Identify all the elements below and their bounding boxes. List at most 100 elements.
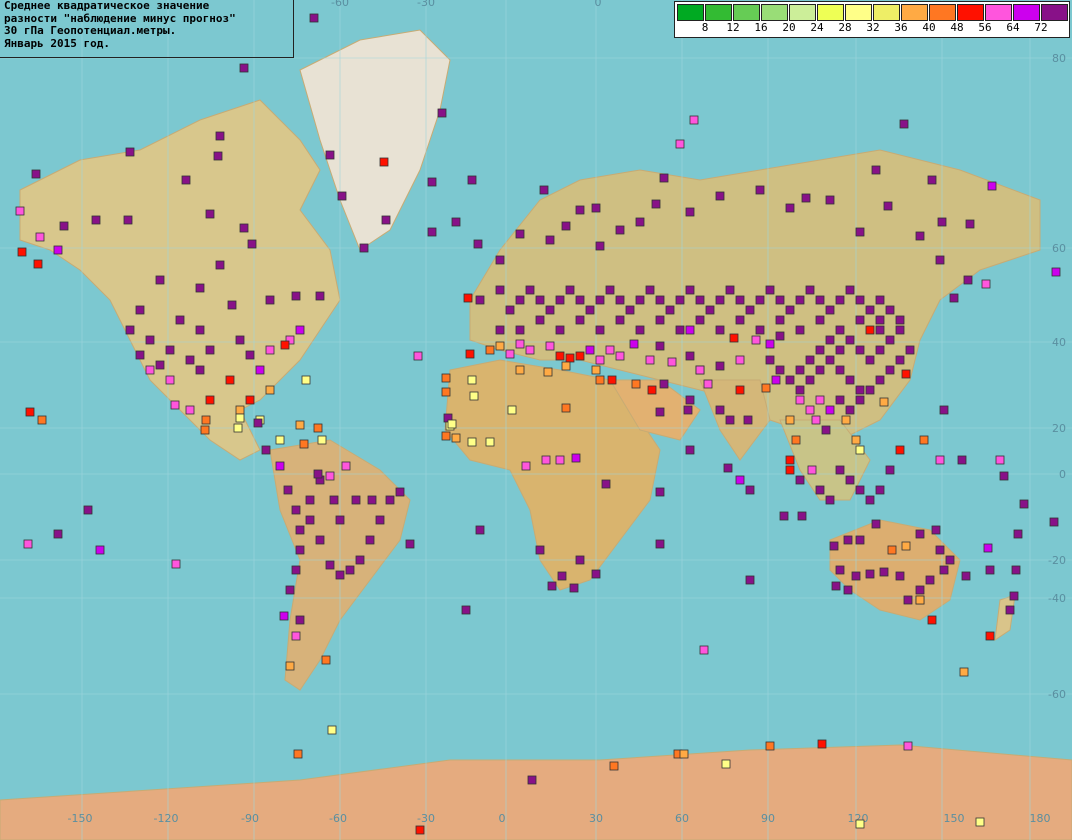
station-marker <box>885 365 895 375</box>
legend-label: 56 <box>978 21 992 34</box>
station-marker <box>31 169 41 179</box>
station-marker <box>195 283 205 293</box>
station-marker <box>561 361 571 371</box>
longitude-label-top: -30 <box>417 0 435 9</box>
station-marker <box>461 605 471 615</box>
station-marker <box>871 165 881 175</box>
station-marker <box>291 291 301 301</box>
station-marker <box>591 203 601 213</box>
station-marker <box>325 471 335 481</box>
station-marker <box>33 259 43 269</box>
station-marker <box>875 375 885 385</box>
station-marker <box>965 219 975 229</box>
legend-swatch <box>733 4 760 21</box>
station-marker <box>855 227 865 237</box>
station-marker <box>625 305 635 315</box>
station-marker <box>135 305 145 315</box>
station-marker <box>265 345 275 355</box>
station-marker <box>335 515 345 525</box>
station-marker <box>325 560 335 570</box>
station-marker <box>775 331 785 341</box>
station-marker <box>795 475 805 485</box>
legend-label: 28 <box>838 21 852 34</box>
station-marker <box>761 383 771 393</box>
station-marker <box>469 391 479 401</box>
longitude-label-top: 0 <box>595 0 602 9</box>
station-marker <box>291 505 301 515</box>
station-marker <box>291 565 301 575</box>
station-marker <box>851 571 861 581</box>
station-marker <box>345 565 355 575</box>
station-marker <box>123 215 133 225</box>
station-marker <box>37 415 47 425</box>
station-marker <box>821 425 831 435</box>
station-marker <box>395 487 405 497</box>
station-marker <box>647 385 657 395</box>
station-marker <box>815 295 825 305</box>
station-marker <box>299 439 309 449</box>
station-marker <box>685 395 695 405</box>
station-marker <box>315 291 325 301</box>
station-marker <box>325 150 335 160</box>
legend-swatch <box>705 4 732 21</box>
station-marker <box>815 315 825 325</box>
station-marker <box>629 339 639 349</box>
station-marker <box>795 365 805 375</box>
station-marker <box>1051 267 1061 277</box>
station-marker <box>635 325 645 335</box>
station-marker <box>659 173 669 183</box>
station-marker <box>23 539 33 549</box>
station-marker <box>635 295 645 305</box>
station-marker <box>451 433 461 443</box>
legend-swatch <box>929 4 956 21</box>
station-marker <box>743 415 753 425</box>
station-marker <box>679 749 689 759</box>
station-marker <box>525 285 535 295</box>
station-marker <box>805 355 815 365</box>
station-marker <box>495 255 505 265</box>
station-marker <box>601 479 611 489</box>
station-marker <box>91 215 101 225</box>
legend-swatch <box>761 4 788 21</box>
station-marker <box>337 191 347 201</box>
station-marker <box>515 339 525 349</box>
station-marker <box>515 325 525 335</box>
station-marker <box>715 325 725 335</box>
station-marker <box>557 571 567 581</box>
legend-label: 20 <box>782 21 796 34</box>
latitude-label: 0 <box>1059 468 1066 481</box>
station-marker <box>59 221 69 231</box>
station-marker <box>775 365 785 375</box>
station-marker <box>485 437 495 447</box>
station-marker <box>145 365 155 375</box>
station-marker <box>463 293 473 303</box>
station-marker <box>595 295 605 305</box>
station-marker <box>901 369 911 379</box>
station-marker <box>405 539 415 549</box>
station-marker <box>543 367 553 377</box>
station-marker <box>815 345 825 355</box>
station-marker <box>285 585 295 595</box>
station-marker <box>215 260 225 270</box>
station-marker <box>515 365 525 375</box>
longitude-label: 30 <box>589 812 603 825</box>
station-marker <box>253 418 263 428</box>
station-marker <box>25 407 35 417</box>
station-marker <box>675 139 685 149</box>
station-marker <box>785 305 795 315</box>
station-marker <box>845 405 855 415</box>
station-marker <box>927 615 937 625</box>
station-marker <box>293 749 303 759</box>
station-marker <box>919 435 929 445</box>
station-marker <box>685 207 695 217</box>
station-marker <box>255 365 265 375</box>
station-marker <box>261 445 271 455</box>
station-marker <box>935 545 945 555</box>
station-marker <box>785 465 795 475</box>
station-marker <box>591 365 601 375</box>
station-marker <box>843 585 853 595</box>
station-marker <box>145 335 155 345</box>
station-marker <box>931 525 941 535</box>
station-marker <box>895 571 905 581</box>
station-marker <box>895 325 905 335</box>
